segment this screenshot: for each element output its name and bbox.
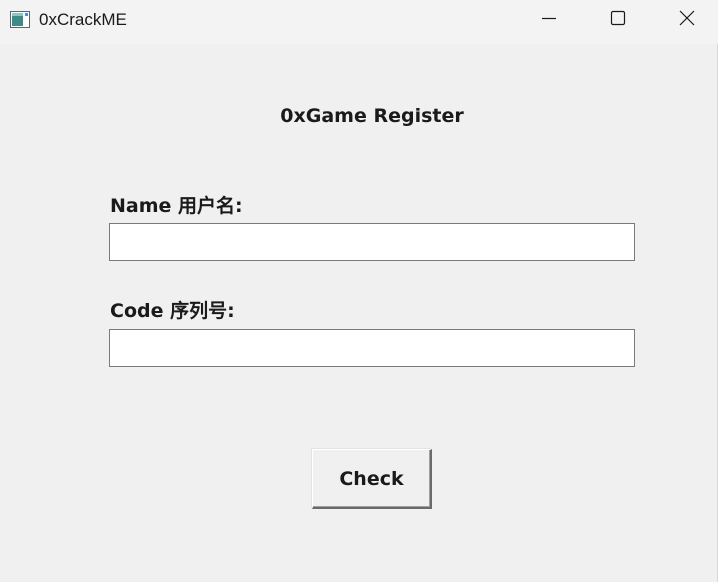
code-input[interactable] xyxy=(109,329,635,367)
minimize-icon xyxy=(541,10,557,30)
maximize-button[interactable] xyxy=(583,0,653,40)
title-bar[interactable]: 0xCrackME xyxy=(0,0,718,44)
check-button[interactable]: Check xyxy=(312,449,432,509)
close-icon xyxy=(679,10,695,30)
name-input[interactable] xyxy=(109,223,635,261)
window-title: 0xCrackME xyxy=(39,10,127,29)
name-label: Name 用户名: xyxy=(110,195,243,217)
register-heading: 0xGame Register xyxy=(280,105,464,127)
window-app-icon xyxy=(10,11,30,28)
code-label: Code 序列号: xyxy=(110,300,235,322)
crackme-window: 0xCrackME 0xGame Register Name 用户名: Code… xyxy=(0,0,718,582)
close-button[interactable] xyxy=(652,0,718,40)
minimize-button[interactable] xyxy=(514,0,584,40)
maximize-icon xyxy=(610,10,626,30)
